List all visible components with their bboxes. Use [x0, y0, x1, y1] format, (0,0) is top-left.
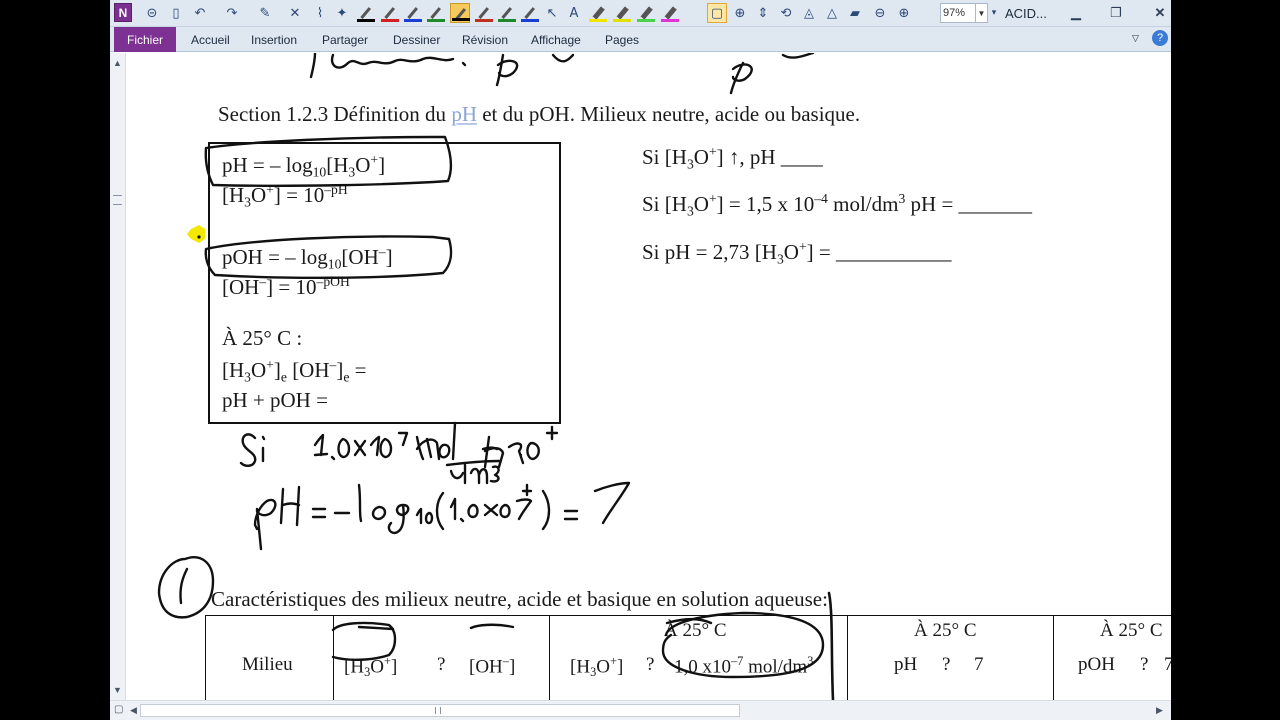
compare-mark: ? [942, 654, 951, 675]
table-header-milieu: Milieu [242, 654, 293, 675]
definition-box: pH = – log10[H3O+] [H3O+] = 10–pH pOH = … [208, 142, 561, 424]
insert-box-icon[interactable]: ▢ [707, 3, 727, 23]
temperature-header: À 25° C [1100, 620, 1163, 641]
vertical-scrollbar[interactable]: ▲ ▼ [110, 53, 126, 700]
pointer-marker [187, 225, 205, 243]
ph-link[interactable]: pH [451, 102, 477, 126]
pen-black-icon[interactable] [356, 3, 376, 23]
neutral-concentration: 1,0 x10–7 mol/dm3 [674, 654, 814, 678]
help-icon[interactable]: ? [1152, 30, 1168, 46]
tab-revision[interactable]: Révision [462, 33, 508, 47]
quick-access-toolbar: N ⊝ ▯ ↶ ↷ ✎ ✕ ⌇ ✦ ↖ A ▢ ⊕ ⇕ ⟲ ◬ △ ▰ ⊖ ⊕ … [110, 0, 1171, 27]
compare-mark: ? [437, 654, 446, 675]
h3o-label: [H3O+] [570, 654, 624, 680]
tab-pages[interactable]: Pages [605, 33, 639, 47]
table-cell-poh-25c: À 25° C pOH ? 7 [1053, 615, 1171, 700]
insert-space-icon[interactable]: ⊕ [730, 3, 750, 23]
ph-poh-sum-line: pH + pOH = [222, 388, 328, 412]
ph-definition: pH = – log10[H3O+] [222, 152, 386, 180]
highlighter-yellow2-icon[interactable] [612, 3, 632, 23]
highlighter-yellow-icon[interactable] [588, 3, 608, 23]
shapes-icon[interactable]: ◬ [799, 3, 819, 23]
compare-mark: ? [646, 654, 655, 675]
tab-affichage[interactable]: Affichage [531, 33, 581, 47]
close-icon[interactable]: ✕ [1146, 3, 1171, 23]
temperature-label: À 25° C : [222, 326, 303, 350]
tab-insertion[interactable]: Insertion [251, 33, 297, 47]
eraser-icon[interactable]: ✦ [332, 3, 352, 23]
minimize-icon[interactable]: ▁ [1062, 3, 1090, 23]
tab-partager[interactable]: Partager [322, 33, 368, 47]
poh-definition: pOH = – log10[OH–] [222, 244, 393, 272]
scroll-thumb[interactable] [140, 704, 740, 717]
select-icon[interactable]: ↖ [542, 3, 562, 23]
onenote-window: N ⊝ ▯ ↶ ↷ ✎ ✕ ⌇ ✦ ↖ A ▢ ⊕ ⇕ ⟲ ◬ △ ▰ ⊖ ⊕ … [110, 0, 1171, 720]
scroll-down-icon[interactable]: ▼ [113, 685, 122, 695]
scroll-grip-icon[interactable] [435, 707, 441, 714]
temperature-header: À 25° C [914, 620, 977, 641]
section-title: Section 1.2.3 Définition du pH et du pOH… [218, 102, 861, 126]
table-cell-ph-25c: À 25° C pH ? 7 [847, 615, 1053, 700]
pen-select-icon[interactable]: ✎ [255, 3, 275, 23]
pen-green2-icon[interactable] [497, 3, 517, 23]
poh-value: 7 [1164, 654, 1171, 675]
customize-toolbar-icon[interactable]: ▾ [984, 3, 1004, 23]
tab-accueil[interactable]: Accueil [191, 33, 230, 47]
type-text-icon[interactable]: A [564, 3, 584, 23]
compare-mark: ? [1140, 654, 1149, 675]
zoom-field[interactable]: 97% [940, 3, 976, 23]
question-1: Si [H3O+] ↑, pH ____ [642, 144, 823, 172]
ph-label: pH [894, 654, 918, 675]
ion-product-line: [H3O+]e [OH–]e = [222, 357, 367, 385]
pen-blue2-icon[interactable] [520, 3, 540, 23]
delete-icon[interactable]: ✕ [285, 3, 305, 23]
h3o-label: [H3O+] [344, 654, 398, 680]
tab-dessiner[interactable]: Dessiner [393, 33, 440, 47]
pen-selected-icon[interactable] [450, 3, 470, 23]
ribbon-tabs: Fichier Accueil Insertion Partager Dessi… [110, 27, 1171, 52]
scroll-up-icon[interactable]: ▲ [113, 58, 122, 68]
lasso-icon[interactable]: ⌇ [310, 3, 330, 23]
rotate-icon[interactable]: ⟲ [776, 3, 796, 23]
scroll-left-icon[interactable]: ◀ [130, 705, 137, 716]
characteristics-title: Caractéristiques des milieux neutre, aci… [211, 587, 828, 611]
poh-label: pOH [1078, 654, 1115, 675]
scroll-grip-icon[interactable] [113, 195, 122, 205]
dock-icon[interactable]: ▯ [166, 3, 186, 23]
oh-from-poh: [OH–] = 10–pOH [222, 274, 350, 300]
insert-space-vertical-icon[interactable]: ⇕ [753, 3, 773, 23]
undo-icon[interactable]: ↶ [190, 3, 210, 23]
highlighter-pink-icon[interactable] [660, 3, 680, 23]
note-icon[interactable]: ▰ [845, 3, 865, 23]
ribbon-expand-icon[interactable]: ▽ [1132, 33, 1139, 44]
redo-icon[interactable]: ↷ [222, 3, 242, 23]
table-cell-ion-compare: [H3O+] ? [OH–] [333, 615, 549, 700]
back-icon[interactable]: ⊝ [142, 3, 162, 23]
question-2: Si [H3O+] = 1,5 x 10–4 mol/dm3 pH = ____… [642, 191, 1033, 219]
zoom-in-icon[interactable]: ⊕ [894, 3, 914, 23]
horizontal-scrollbar[interactable]: ▢ ◀ ▶ [110, 700, 1171, 720]
temperature-header: À 25° C [664, 620, 727, 641]
page-icon[interactable]: ▢ [114, 704, 123, 715]
table-cell-milieu: Milieu [205, 615, 333, 700]
pen-blue-icon[interactable] [403, 3, 423, 23]
triangle-icon[interactable]: △ [822, 3, 842, 23]
question-3: Si pH = 2,73 [H3O+] = ___________ [642, 239, 952, 267]
onenote-logo-icon[interactable]: N [114, 3, 132, 22]
scroll-right-icon[interactable]: ▶ [1156, 705, 1163, 716]
zoom-out-icon[interactable]: ⊖ [870, 3, 890, 23]
highlighter-green-icon[interactable] [636, 3, 656, 23]
h3o-from-ph: [H3O+] = 10–pH [222, 182, 348, 210]
pen-red2-icon[interactable] [474, 3, 494, 23]
restore-icon[interactable]: ❐ [1102, 3, 1130, 23]
pen-red-icon[interactable] [380, 3, 400, 23]
note-page[interactable]: Section 1.2.3 Définition du pH et du pOH… [133, 53, 1171, 700]
pen-green-icon[interactable] [426, 3, 446, 23]
ph-value: 7 [974, 654, 984, 675]
oh-label: [OH–] [469, 654, 516, 678]
window-title: ACID... [1005, 6, 1047, 21]
table-cell-h3o-25c: À 25° C [H3O+] ? 1,0 x10–7 mol/dm3 [549, 615, 847, 700]
tab-fichier[interactable]: Fichier [114, 27, 176, 52]
characteristics-table: Milieu [H3O+] ? [OH–] À 25° C [H3O+] ? 1… [205, 615, 1171, 700]
